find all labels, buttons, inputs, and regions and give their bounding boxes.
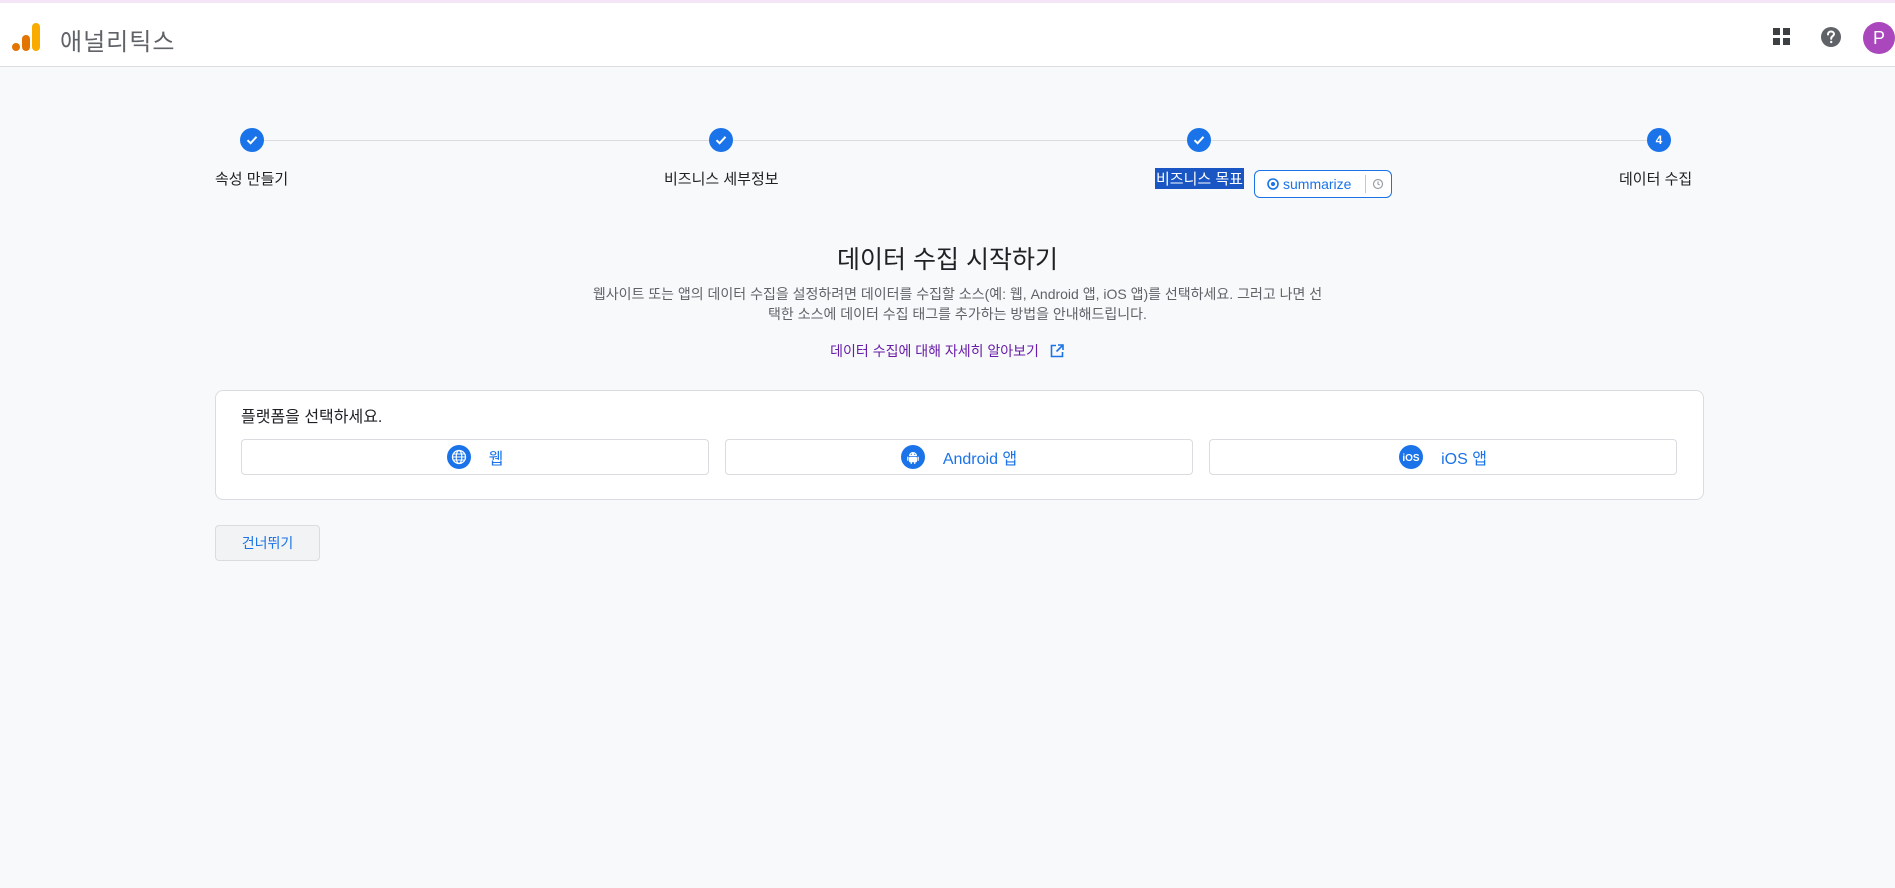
open-in-new-icon: [1050, 344, 1064, 358]
chip-divider: [1365, 175, 1367, 193]
step-4-current-indicator: 4: [1647, 128, 1671, 152]
page-title: 데이터 수집 시작하기: [837, 246, 1058, 274]
summarize-label: summarize: [1283, 176, 1352, 192]
ios-icon: iOS: [1399, 445, 1424, 469]
platform-selection-card: 플랫폼을 선택하세요. 웹 Android 앱 iOS iOS 앱: [215, 390, 1704, 500]
platform-android-button[interactable]: Android 앱: [725, 439, 1193, 475]
description-line-2: 택한 소스에 데이터 수집 태그를 추가하는 방법을 안내해드립니다.: [768, 306, 1147, 322]
learn-more-label[interactable]: 데이터 수집에 대해 자세히 알아보기: [830, 343, 1039, 359]
learn-more-link[interactable]: 데이터 수집에 대해 자세히 알아보기: [0, 341, 1895, 361]
apps-grid-icon[interactable]: [1772, 27, 1792, 47]
description-line-1: 웹사이트 또는 앱의 데이터 수집을 설정하려면 데이터를 수집할 소스(예: …: [592, 286, 1323, 302]
platform-web-button[interactable]: 웹: [241, 439, 709, 475]
step-3-done-icon: [1187, 128, 1211, 152]
step-1-done-icon: [240, 128, 264, 152]
step-2-done-icon: [709, 128, 733, 152]
step-2-label: 비즈니스 세부정보: [664, 171, 779, 188]
clock-icon[interactable]: [1372, 178, 1384, 190]
platform-card-title: 플랫폼을 선택하세요.: [241, 409, 383, 426]
app-title[interactable]: 애널리틱스: [60, 22, 175, 57]
summarize-button[interactable]: summarize: [1254, 170, 1392, 198]
sparkle-icon: [1267, 178, 1279, 190]
step-1-label: 속성 만들기: [215, 171, 289, 188]
step-4-label: 데이터 수집: [1619, 171, 1693, 188]
top-app-bar: 애널리틱스 P: [0, 0, 1895, 67]
page-description: 웹사이트 또는 앱의 데이터 수집을 설정하려면 데이터를 수집할 소스(예: …: [560, 284, 1355, 324]
android-icon: [900, 445, 925, 469]
platform-web-label: 웹: [488, 451, 504, 468]
analytics-logo-icon[interactable]: [12, 21, 42, 53]
platform-ios-button[interactable]: iOS iOS 앱: [1209, 439, 1677, 475]
skip-button[interactable]: 건너뛰기: [215, 525, 320, 561]
platform-android-label: Android 앱: [942, 451, 1018, 468]
globe-icon: [446, 445, 471, 469]
stepper-track: [252, 140, 1660, 141]
step-3-label: 비즈니스 목표: [1155, 168, 1244, 189]
help-icon[interactable]: [1820, 26, 1842, 48]
platform-ios-label: iOS 앱: [1441, 451, 1487, 468]
svg-text:iOS: iOS: [1402, 453, 1420, 464]
account-avatar[interactable]: P: [1863, 22, 1895, 54]
